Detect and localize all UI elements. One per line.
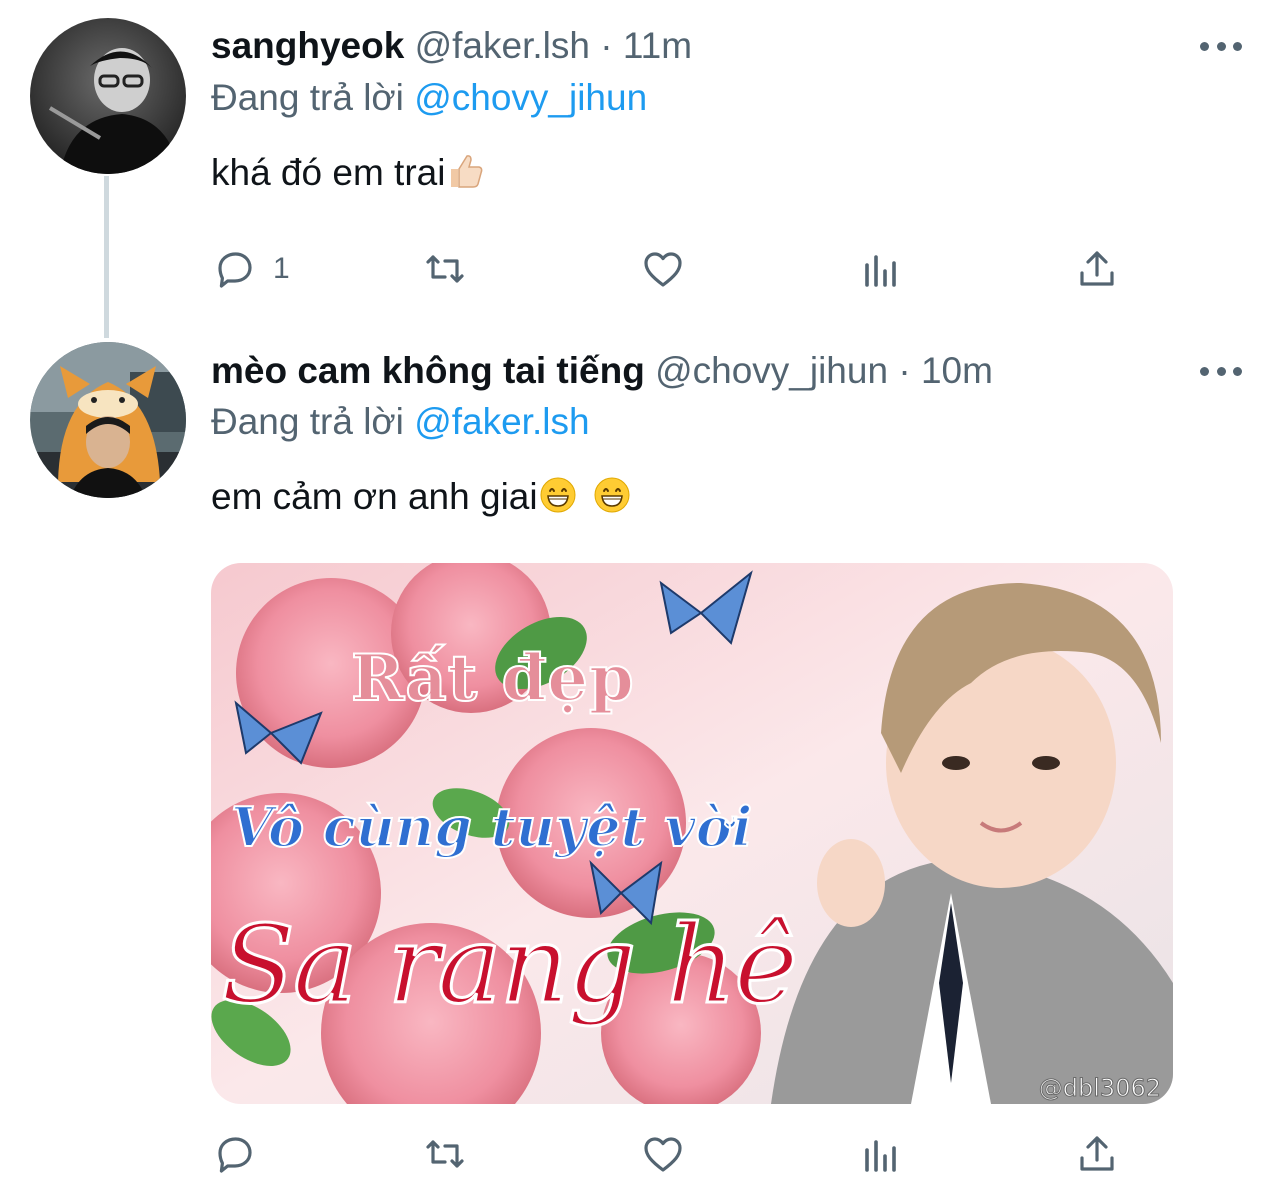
reply-icon: [218, 252, 252, 288]
display-name[interactable]: sanghyeok: [211, 25, 404, 66]
handle[interactable]: @chovy_jihun: [655, 350, 888, 391]
heart-icon: [644, 1137, 682, 1172]
avatar[interactable]: [30, 18, 186, 174]
reply-count: 1: [273, 252, 290, 285]
retweet-icon: [426, 255, 464, 283]
separator: ·: [898, 350, 911, 391]
tweet-text-content: em cảm ơn anh giai: [211, 476, 538, 517]
tweet-text: em cảm ơn anh giai: [211, 475, 632, 525]
handle[interactable]: @faker.lsh: [415, 25, 590, 66]
analytics-icon: [865, 255, 896, 287]
tweet-media-image[interactable]: Rất đẹp Vô cùng tuyệt vời Sa rang hê @db…: [211, 563, 1173, 1104]
dot-icon: [1216, 366, 1226, 376]
replying-to: Đang trả lời @chovy_jihun: [211, 76, 647, 120]
more-options-button[interactable]: [1200, 364, 1242, 378]
retweet-button[interactable]: [421, 243, 469, 295]
dot-icon: [1216, 41, 1226, 51]
tweet-text-content: khá đó em trai: [211, 152, 446, 193]
tweet-actions: [211, 1128, 1131, 1180]
timestamp[interactable]: 10m: [921, 350, 993, 391]
dot-icon: [1200, 366, 1209, 376]
heart-icon: [644, 252, 682, 287]
grinning-face-icon: [538, 475, 578, 525]
tweet-header: sanghyeok @faker.lsh · 11m: [211, 24, 1194, 68]
replying-label: Đang trả lời: [211, 77, 404, 118]
mention-link[interactable]: @chovy_jihun: [414, 77, 647, 118]
share-button[interactable]: [1073, 1128, 1121, 1180]
grinning-face-icon: [592, 475, 632, 525]
separator: ·: [600, 25, 613, 66]
retweet-button[interactable]: [421, 1128, 469, 1180]
share-icon: [1080, 251, 1114, 286]
dot-icon: [1233, 366, 1242, 376]
tweet-actions: 1: [211, 243, 1131, 295]
share-button[interactable]: [1073, 243, 1121, 295]
media-watermark: @dbl3062: [1038, 1074, 1161, 1103]
display-name[interactable]: mèo cam không tai tiếng: [211, 350, 645, 391]
analytics-icon: [865, 1140, 896, 1172]
dot-icon: [1200, 41, 1209, 51]
tweet-1[interactable]: sanghyeok @faker.lsh · 11m Đang trả lời …: [0, 0, 1284, 338]
reply-button[interactable]: [211, 1128, 259, 1180]
tweet-header: mèo cam không tai tiếng @chovy_jihun · 1…: [211, 349, 1194, 393]
like-button[interactable]: [639, 1128, 687, 1180]
avatar[interactable]: [30, 342, 186, 498]
reply-button[interactable]: 1: [211, 243, 290, 295]
tweet-text: khá đó em trai: [211, 151, 485, 201]
like-button[interactable]: [639, 243, 687, 295]
share-icon: [1080, 1136, 1114, 1171]
analytics-button[interactable]: [857, 1128, 905, 1180]
retweet-icon: [426, 1140, 464, 1168]
replying-label: Đang trả lời: [211, 401, 404, 442]
timestamp[interactable]: 11m: [623, 25, 692, 66]
thread-line: [104, 176, 109, 338]
more-options-button[interactable]: [1200, 39, 1242, 53]
thumbs-up-icon: [445, 151, 485, 201]
analytics-button[interactable]: [857, 243, 905, 295]
replying-to: Đang trả lời @faker.lsh: [211, 400, 590, 444]
mention-link[interactable]: @faker.lsh: [414, 401, 589, 442]
reply-icon: [218, 1137, 252, 1173]
media-text-line1: Rất đẹp: [350, 640, 635, 717]
dot-icon: [1233, 41, 1242, 51]
media-text-line3: Sa rang hê: [219, 902, 799, 1030]
media-text-line2: Vô cùng tuyệt vời: [230, 794, 753, 860]
